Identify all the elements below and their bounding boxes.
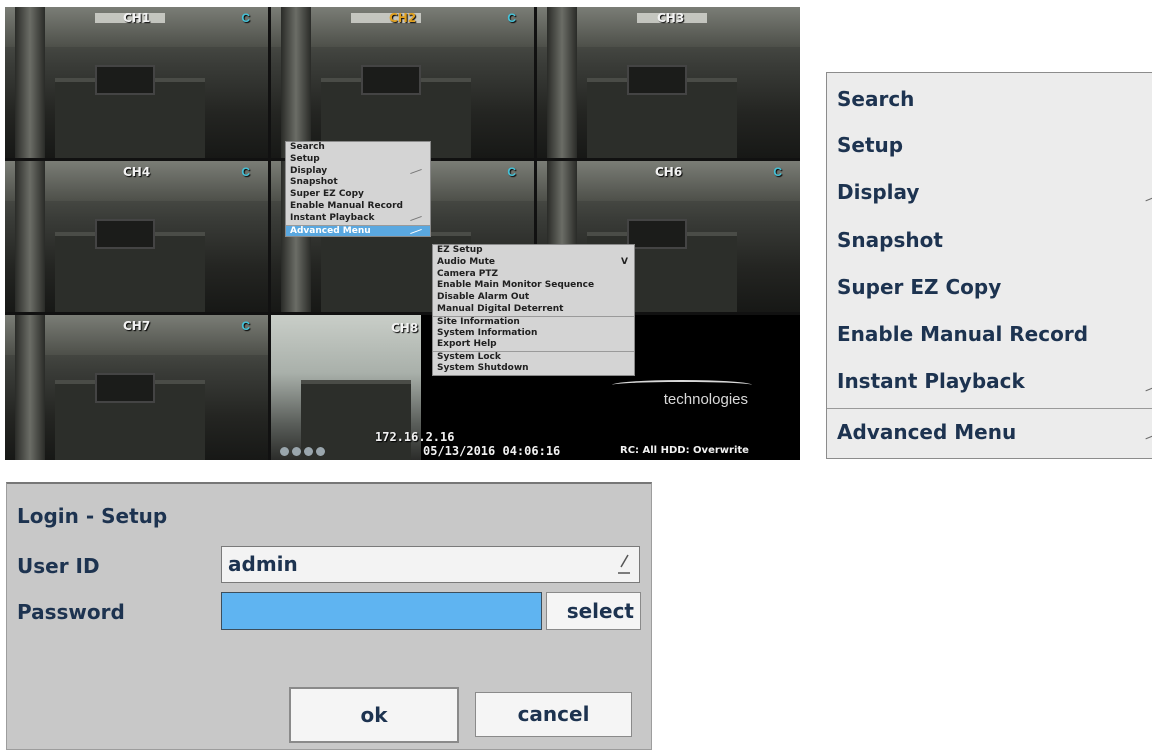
camera-scene [15,161,45,312]
cancel-button[interactable]: cancel [475,692,632,737]
recording-status: RC: All HDD: Overwrite [620,445,749,456]
password-label: Password [17,600,125,624]
menu-item-enable-manual-record[interactable]: Enable Manual Record [286,201,430,213]
camera-scene [15,315,45,460]
menu-item-advanced-menu[interactable]: Advanced Menu [837,420,1016,444]
channel-label: CH7 [123,319,151,333]
camera-tile-ch2[interactable]: CH2 C [271,7,534,158]
submenu-item-system-lock[interactable]: System Lock [433,351,634,363]
menu-item-enable-manual-record[interactable]: Enable Manual Record [837,322,1088,346]
checkmark-icon [1145,383,1152,392]
camera-scene [15,7,45,158]
camera-scene [627,65,687,95]
menu-item-setup[interactable]: Setup [837,133,903,157]
user-id-value: admin [228,552,298,576]
brand-logo-text: technologies [663,391,748,408]
status-dot-icon [292,447,301,456]
menu-item-display[interactable]: Display [286,166,430,178]
menu-item-advanced-menu[interactable]: Advanced Menu [286,224,430,237]
select-button[interactable]: select [546,592,641,630]
menu-item-search[interactable]: Search [837,87,914,111]
camera-scene [95,65,155,95]
submenu-item-manual-digital-deterrent[interactable]: Manual Digital Deterrent [433,304,634,316]
camera-tile-ch7[interactable]: CH7 C [5,315,268,460]
camera-scene [95,373,155,403]
channel-label: CH6 [655,165,683,179]
channel-label: CH1 [123,11,151,25]
checkmark-icon [410,215,422,221]
menu-item-super-ez-copy[interactable]: Super EZ Copy [837,275,1001,299]
check-marker: V [621,256,628,267]
password-field[interactable] [221,592,542,630]
menu-item-instant-playback[interactable]: Instant Playback [837,369,1025,393]
channel-badge: C [241,319,250,333]
menu-item-search[interactable]: Search [286,142,430,154]
login-setup-dialog: Login - Setup User ID admin Password sel… [6,482,652,750]
camera-scene [361,65,421,95]
channel-badge: C [241,11,250,25]
channel-badge: C [773,165,782,179]
edit-dropdown-icon[interactable] [617,553,631,575]
submenu-item-disable-alarm-out[interactable]: Disable Alarm Out [433,292,634,304]
checkmark-icon [1145,193,1152,202]
dvr-monitor-view: CH1 C CH2 C CH3 CH4 C C CH6 C CH7 C tech… [5,7,800,460]
menu-item-snapshot[interactable]: Snapshot [837,228,943,252]
submenu-arrow-icon [410,228,422,234]
status-dot-icon [304,447,313,456]
menu-item-label: Display [290,165,328,176]
camera-tile-ch1[interactable]: CH1 C [5,7,268,158]
menu-item-label: Advanced Menu [290,225,371,236]
dialog-title: Login - Setup [17,504,168,528]
menu-divider [827,408,1152,409]
channel-badge: C [507,165,516,179]
screenshot-stage: CH1 C CH2 C CH3 CH4 C C CH6 C CH7 C tech… [0,0,1152,751]
user-id-label: User ID [17,554,100,578]
camera-scene [547,7,577,158]
camera-scene [627,219,687,249]
camera-scene [95,219,155,249]
channel-label: CH4 [123,165,151,179]
channel-label: CH8 [391,321,419,335]
brand-logo-arc [612,380,752,390]
dvr-context-menu: Search Setup Display Snapshot Super EZ C… [285,141,431,238]
menu-item-snapshot[interactable]: Snapshot [286,177,430,189]
status-icons [280,447,325,456]
camera-tile-ch4[interactable]: CH4 C [5,161,268,312]
channel-label: CH3 [657,11,685,25]
submenu-item-camera-ptz[interactable]: Camera PTZ [433,269,634,281]
status-dot-icon [280,447,289,456]
submenu-item-label: Audio Mute [437,256,495,267]
submenu-item-main-monitor-sequence[interactable]: Enable Main Monitor Sequence [433,280,634,292]
dvr-advanced-submenu: EZ Setup Audio Mute V Camera PTZ Enable M… [432,244,635,376]
menu-item-label: Instant Playback [290,212,375,223]
camera-tile-ch3[interactable]: CH3 [537,7,800,158]
submenu-item-audio-mute[interactable]: Audio Mute V [433,257,634,269]
ok-button[interactable]: ok [289,687,459,743]
channel-label-active: CH2 [389,11,417,25]
submenu-item-system-information[interactable]: System Information [433,328,634,340]
channel-badge: C [507,11,516,25]
checkmark-icon [410,168,422,174]
zoomed-context-menu: Search Setup Display Snapshot Super EZ C… [826,72,1152,459]
submenu-item-site-information[interactable]: Site Information [433,315,634,328]
menu-item-setup[interactable]: Setup [286,154,430,166]
status-dot-icon [316,447,325,456]
menu-item-instant-playback[interactable]: Instant Playback [286,213,430,225]
menu-item-display[interactable]: Display [837,180,919,204]
ip-address: 172.16.2.16 [375,430,455,444]
submenu-item-system-shutdown[interactable]: System Shutdown [433,363,634,375]
channel-badge: C [241,165,250,179]
submenu-item-export-help[interactable]: Export Help [433,339,634,351]
submenu-arrow-icon [1145,431,1152,440]
submenu-item-ez-setup[interactable]: EZ Setup [433,245,634,257]
datetime: 05/13/2016 04:06:16 [423,444,561,458]
user-id-field[interactable]: admin [221,546,640,583]
camera-scene [281,7,311,158]
menu-item-super-ez-copy[interactable]: Super EZ Copy [286,189,430,201]
